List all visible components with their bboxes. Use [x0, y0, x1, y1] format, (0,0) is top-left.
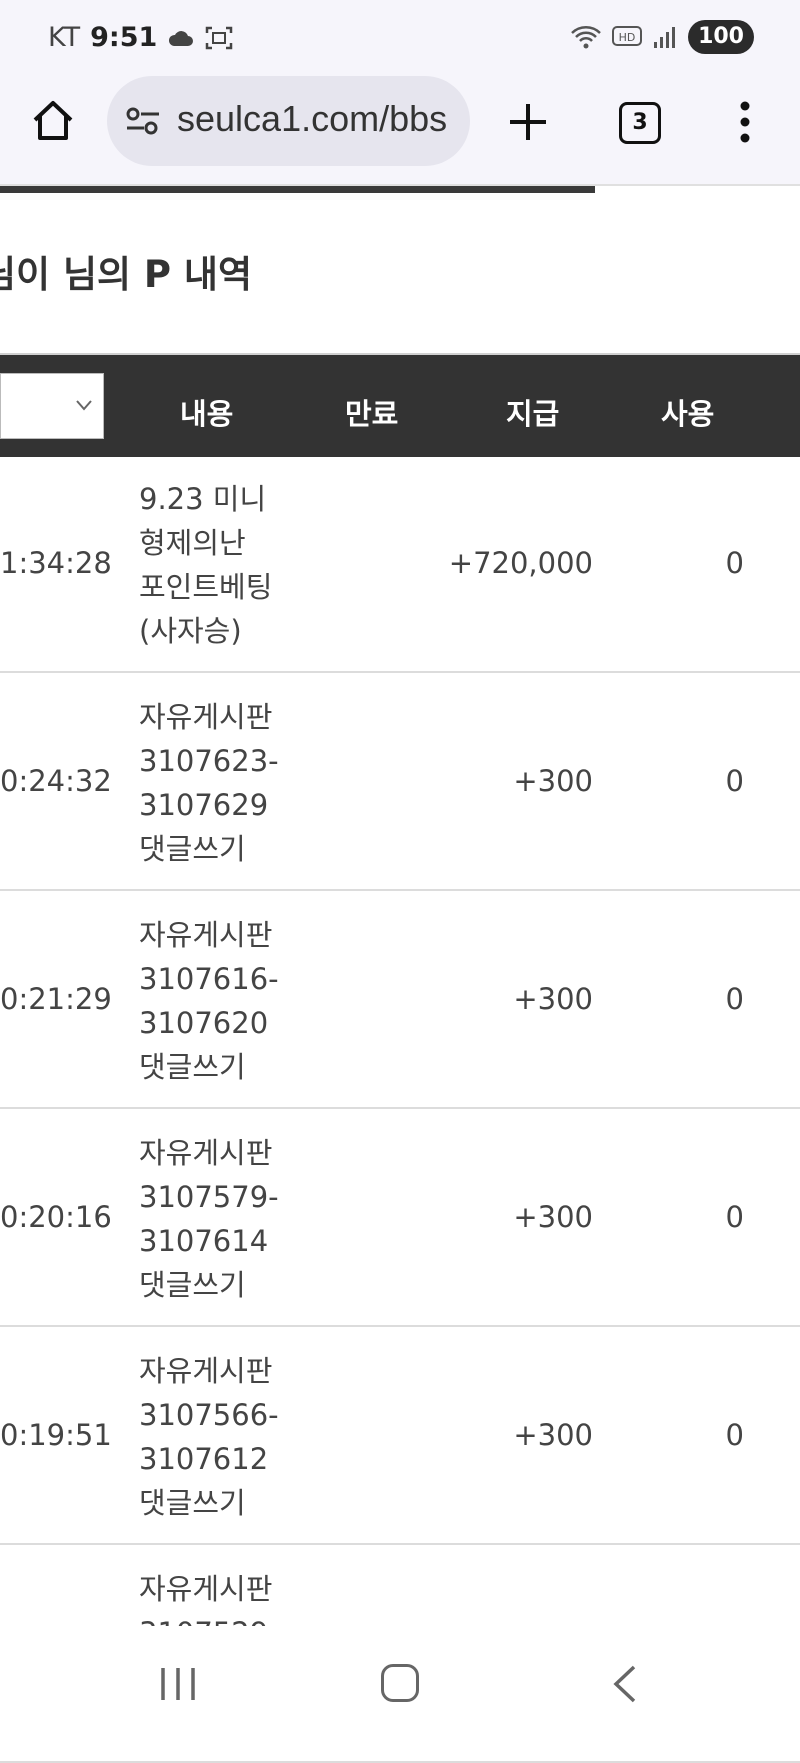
back-icon[interactable] [610, 1664, 640, 1704]
status-right: HD 100 [570, 20, 754, 54]
cell-use: 0 [725, 1418, 744, 1452]
hd-icon: HD [612, 26, 643, 46]
home-icon[interactable] [30, 98, 76, 144]
table-header: 내용 만료 지급 사용 [0, 353, 800, 457]
cloud-icon [169, 30, 194, 46]
content-line: 자유게시판 [139, 700, 273, 734]
page-load-progress [0, 186, 595, 193]
content-line: (사자승) [139, 614, 242, 648]
cell-time: 0:24:32 [0, 764, 112, 798]
cell-content: 자유게시판 3107579- 3107614 댓글쓰기 [139, 1131, 299, 1307]
content-line: 댓글쓰기 [139, 1486, 246, 1520]
more-menu-icon[interactable] [735, 100, 755, 144]
wifi-icon [571, 26, 601, 49]
new-tab-plus-icon[interactable] [508, 102, 548, 142]
url-text[interactable]: seulca1.com/bbs [177, 98, 447, 140]
header-pay: 지급 [506, 397, 560, 431]
status-bar: KT 9:51 HD 100 [0, 0, 800, 76]
content-line: 포인트베팅 [139, 570, 273, 604]
content-line: 형제의난 [139, 526, 246, 560]
cell-time: 1:34:28 [0, 546, 112, 580]
content-line: 자유게시판 [139, 1136, 273, 1170]
status-left: KT 9:51 [48, 22, 233, 53]
carrier-label: KT [48, 22, 81, 53]
chevron-down-icon [76, 400, 92, 411]
filter-select[interactable] [0, 373, 104, 439]
table-row: 1:34:28 9.23 미니 형제의난 포인트베팅 (사자승) +720,00… [0, 455, 800, 673]
content-line: 댓글쓰기 [139, 1050, 246, 1084]
tab-switcher-button[interactable]: 3 [619, 102, 661, 144]
content-line: 3107566- [139, 1398, 279, 1432]
cell-time: 0:20:16 [0, 1200, 112, 1234]
cell-time: 0:19:51 [0, 1418, 112, 1452]
home-nav-icon[interactable] [381, 1664, 419, 1702]
cell-content: 9.23 미니 형제의난 포인트베팅 (사자승) [139, 477, 299, 653]
content-line: 댓글쓰기 [139, 1268, 246, 1302]
cell-content: 자유게시판 3107623- 3107629 댓글쓰기 [139, 695, 299, 871]
content-line: 3107629 [139, 788, 269, 822]
content-line: 3107623- [139, 744, 279, 778]
system-nav-bar [0, 1626, 800, 1734]
header-content: 내용 [180, 397, 234, 431]
content-line: 3107620 [139, 1006, 269, 1040]
content-line: 자유게시판 [139, 1572, 273, 1606]
cell-content: 자유게시판 3107616- 3107620 댓글쓰기 [139, 913, 299, 1089]
content-line: 자유게시판 [139, 1354, 273, 1388]
content-line: 댓글쓰기 [139, 832, 246, 866]
address-bar[interactable]: seulca1.com/bbs [107, 76, 470, 166]
page-title: 님이 님의 P 내역 [0, 253, 253, 296]
content-line: 자유게시판 [139, 918, 273, 952]
cell-pay: +300 [513, 764, 593, 798]
browser-toolbar: seulca1.com/bbs 3 [0, 76, 800, 186]
battery-indicator: 100 [688, 20, 754, 54]
header-expire: 만료 [345, 397, 399, 431]
cell-pay: +300 [513, 1200, 593, 1234]
svg-text:HD: HD [619, 31, 636, 44]
recent-apps-icon[interactable] [158, 1666, 198, 1702]
table-row: 0:21:29 자유게시판 3107616- 3107620 댓글쓰기 +300… [0, 891, 800, 1109]
cell-pay: +300 [513, 1418, 593, 1452]
content-line: 3107612 [139, 1442, 269, 1476]
cell-time: 0:21:29 [0, 982, 112, 1016]
content-line: 3107579- [139, 1180, 279, 1214]
screenshot-icon [206, 26, 233, 49]
table-row: 0:20:16 자유게시판 3107579- 3107614 댓글쓰기 +300… [0, 1109, 800, 1327]
table-row: 0:24:32 자유게시판 3107623- 3107629 댓글쓰기 +300… [0, 673, 800, 891]
signal-icon [654, 27, 676, 48]
table-row: 0:19:51 자유게시판 3107566- 3107612 댓글쓰기 +300… [0, 1327, 800, 1545]
cell-use: 0 [725, 546, 744, 580]
cell-content: 자유게시판 3107566- 3107612 댓글쓰기 [139, 1349, 299, 1525]
header-use: 사용 [661, 397, 715, 431]
cell-use: 0 [725, 982, 744, 1016]
site-settings-icon[interactable] [125, 106, 161, 136]
cell-use: 0 [725, 1200, 744, 1234]
content-line: 9.23 미니 [139, 482, 267, 516]
content-line: 3107614 [139, 1224, 269, 1258]
content-line: 3107616- [139, 962, 279, 996]
table-body: 1:34:28 9.23 미니 형제의난 포인트베팅 (사자승) +720,00… [0, 455, 800, 1763]
cell-pay: +300 [513, 982, 593, 1016]
clock: 9:51 [90, 22, 158, 53]
cell-use: 0 [725, 764, 744, 798]
cell-pay: +720,000 [448, 546, 593, 580]
